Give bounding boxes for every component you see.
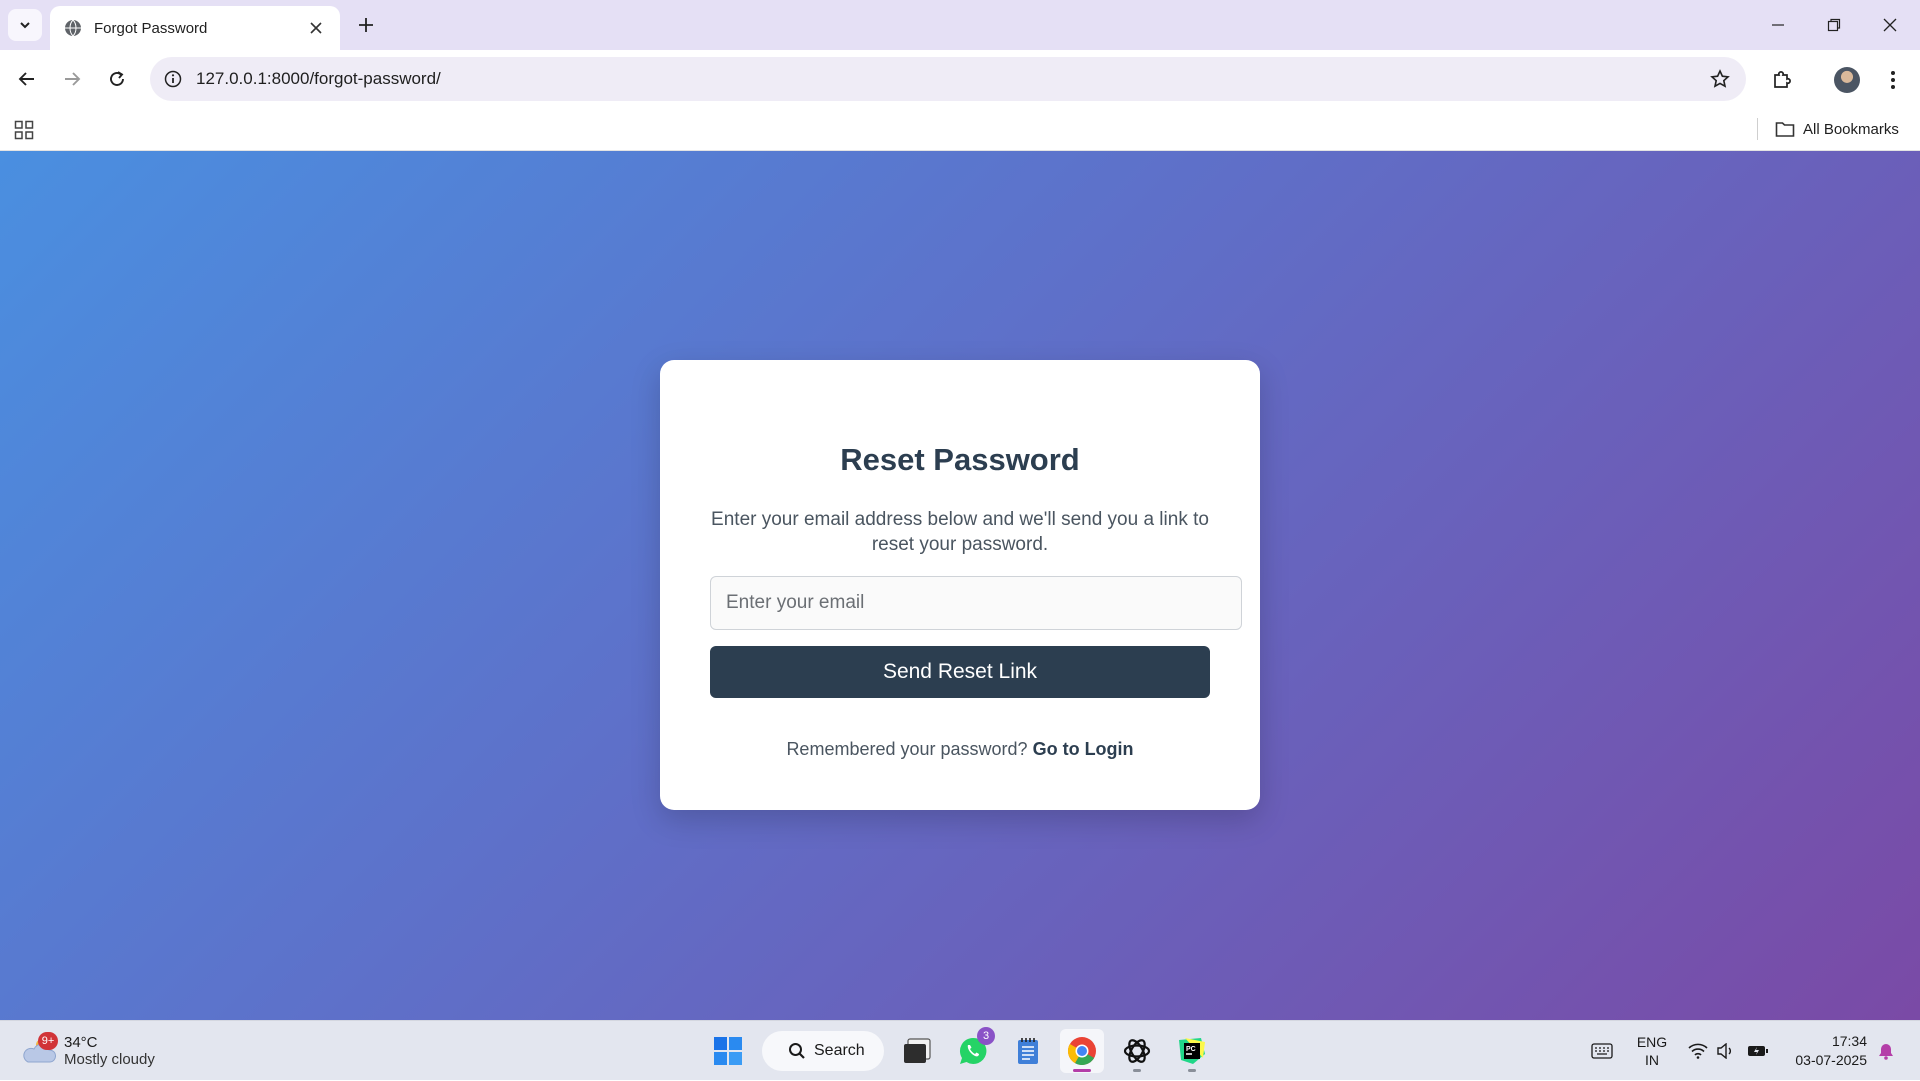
all-bookmarks-label: All Bookmarks: [1803, 120, 1899, 138]
new-tab-button[interactable]: [352, 11, 380, 39]
clock-date: 03-07-2025: [1795, 1052, 1867, 1068]
browser-tab-strip: Forgot Password: [0, 0, 1920, 50]
bookmarks-bar: All Bookmarks: [0, 108, 1920, 151]
login-prompt-text: Remembered your password?: [786, 739, 1028, 759]
site-info-icon[interactable]: [164, 70, 182, 88]
browser-menu-button[interactable]: [1876, 63, 1910, 97]
browser-toolbar: 127.0.0.1:8000/forgot-password/: [0, 50, 1920, 108]
weather-widget[interactable]: 9+ 34°C Mostly cloudy: [22, 1029, 155, 1073]
reset-password-card: Reset Password Enter your email address …: [660, 360, 1260, 810]
volume-icon[interactable]: [1714, 1021, 1738, 1081]
puzzle-icon: [1774, 71, 1791, 88]
close-tab-icon[interactable]: [304, 16, 328, 40]
go-to-login-link[interactable]: Go to Login: [1033, 739, 1134, 759]
running-app-indicator: [1188, 1069, 1196, 1072]
chatgpt-icon: [1123, 1039, 1151, 1063]
page-title: Reset Password: [840, 442, 1080, 477]
arrow-left-icon: [18, 72, 34, 86]
more-vertical-icon: [1891, 71, 1895, 89]
arrow-right-icon: [65, 72, 81, 86]
apps-grid-icon[interactable]: [12, 118, 36, 142]
weather-condition: Mostly cloudy: [64, 1051, 155, 1068]
taskbar-chrome[interactable]: [1060, 1029, 1104, 1073]
taskbar-notepad[interactable]: [1006, 1029, 1050, 1073]
taskbar: 9+ 34°C Mostly cloudy Search 3 PC ENG IN…: [0, 1020, 1920, 1080]
tab-search-button[interactable]: [8, 9, 42, 41]
chrome-icon: [1068, 1037, 1096, 1065]
login-prompt: Remembered your password? Go to Login: [660, 739, 1260, 760]
browser-tab-active[interactable]: Forgot Password: [50, 6, 340, 50]
send-reset-link-button[interactable]: Send Reset Link: [710, 646, 1210, 698]
taskbar-file-explorer[interactable]: [895, 1029, 939, 1073]
address-bar[interactable]: 127.0.0.1:8000/forgot-password/: [150, 57, 1746, 101]
taskbar-chatgpt[interactable]: [1115, 1029, 1159, 1073]
language-region: IN: [1645, 1052, 1659, 1068]
minimize-button[interactable]: [1750, 0, 1806, 50]
email-input[interactable]: [710, 576, 1242, 630]
back-button[interactable]: [11, 63, 43, 95]
start-button[interactable]: [706, 1029, 750, 1073]
pycharm-icon: PC: [1179, 1038, 1205, 1064]
running-app-indicator: [1133, 1069, 1141, 1072]
file-explorer-icon: [904, 1038, 931, 1063]
notepad-icon: [1018, 1038, 1038, 1064]
all-bookmarks-button[interactable]: All Bookmarks: [1775, 116, 1899, 142]
reload-button[interactable]: [101, 63, 133, 95]
reload-icon: [110, 71, 124, 86]
restore-button[interactable]: [1806, 0, 1862, 50]
touch-keyboard-icon[interactable]: [1588, 1021, 1616, 1081]
notification-bell-icon[interactable]: [1874, 1021, 1898, 1081]
folder-icon: [1775, 122, 1795, 137]
cloud-icon: 9+: [22, 1032, 58, 1066]
plus-icon: [359, 18, 373, 32]
weather-badge: 9+: [38, 1032, 58, 1050]
taskbar-search[interactable]: Search: [762, 1031, 884, 1071]
taskbar-search-label: Search: [814, 1042, 865, 1059]
svg-text:PC: PC: [1186, 1046, 1196, 1053]
language-indicator[interactable]: ENG IN: [1635, 1033, 1669, 1069]
forward-button[interactable]: [56, 63, 88, 95]
url-text[interactable]: 127.0.0.1:8000/forgot-password/: [196, 69, 1700, 89]
taskbar-pycharm[interactable]: PC: [1170, 1029, 1214, 1073]
system-clock[interactable]: 17:34 03-07-2025: [1785, 1032, 1867, 1070]
weather-temperature: 34°C: [64, 1034, 98, 1051]
battery-icon[interactable]: [1744, 1021, 1772, 1081]
bookmark-star-icon[interactable]: [1700, 59, 1740, 99]
tab-title: Forgot Password: [94, 19, 208, 37]
chevron-down-icon: [20, 22, 30, 29]
instructions-text: Enter your email address below and we'll…: [711, 509, 1209, 555]
globe-icon: [65, 19, 81, 37]
start-icon: [714, 1037, 742, 1065]
wifi-icon[interactable]: [1686, 1021, 1710, 1081]
search-icon: [789, 1043, 805, 1059]
minimize-icon: [1772, 24, 1784, 26]
avatar: [1834, 67, 1860, 93]
profile-button[interactable]: [1830, 63, 1864, 97]
extensions-button[interactable]: [1765, 63, 1799, 97]
page-background: Reset Password Enter your email address …: [0, 151, 1920, 1020]
clock-time: 17:34: [1831, 1033, 1867, 1049]
taskbar-whatsapp[interactable]: 3: [951, 1027, 995, 1073]
language-code: ENG: [1636, 1034, 1668, 1050]
close-icon: [1883, 18, 1897, 32]
close-window-button[interactable]: [1862, 0, 1918, 50]
restore-icon: [1827, 18, 1841, 32]
bookmarks-divider: [1757, 118, 1758, 140]
active-app-indicator: [1073, 1069, 1091, 1072]
whatsapp-badge: 3: [977, 1027, 995, 1045]
